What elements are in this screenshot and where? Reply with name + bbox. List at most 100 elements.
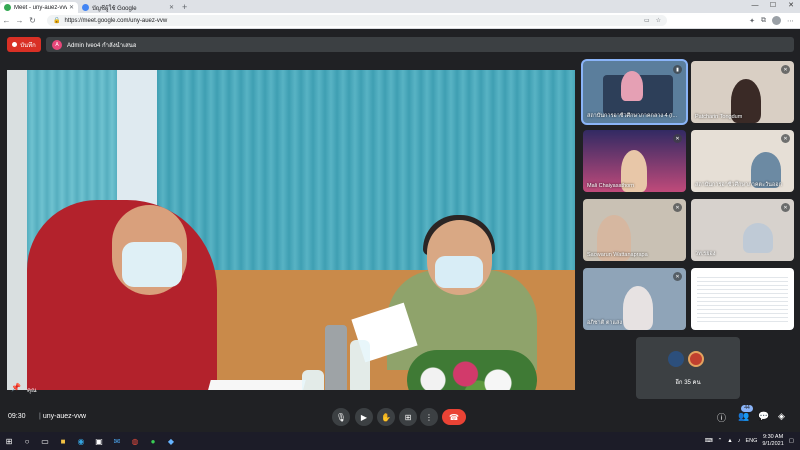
pin-icon[interactable]: 📌 [11, 383, 21, 392]
record-label: บันทึก [20, 42, 36, 49]
file-explorer-icon[interactable]: ■ [54, 432, 72, 450]
browser-toolbar: ← → ↻ 🔒 https://meet.google.com/uny-auez… [0, 13, 800, 29]
star-icon[interactable]: ☆ [656, 17, 661, 24]
participant-name: Patcharin Tongdum [695, 114, 743, 120]
mic-off-icon: ✕ [781, 65, 790, 74]
audio-level-icon: ▮ [673, 65, 682, 74]
present-icon: ⊞ [404, 412, 412, 422]
meeting-code-text: uny-auez-vvw [42, 413, 87, 420]
notifications-icon[interactable]: ▢ [789, 438, 794, 444]
windows-start-icon[interactable]: ⊞ [0, 432, 18, 450]
clock-date: 9/1/2021 [762, 441, 784, 447]
task-view-icon[interactable]: ▭ [36, 432, 54, 450]
end-call-button[interactable]: ☎ [442, 409, 466, 425]
chrome-icon[interactable]: ◍ [126, 432, 144, 450]
participant-name: วท.รยอง [695, 251, 716, 257]
more-vert-icon: ⋮ [425, 412, 433, 422]
url-text: https://meet.google.com/uny-auez-vvw [64, 17, 168, 24]
mic-off-icon: ✕ [673, 272, 682, 281]
camera-indicator-icon[interactable]: ▭ [644, 17, 650, 24]
participant-name: อภิชาติ ตาแสง [587, 320, 623, 326]
participant-avatar [668, 351, 684, 367]
participant-video [621, 71, 643, 101]
microphone-icon: 🎙 [335, 412, 347, 422]
people-icon: 👥 [738, 411, 750, 421]
participant-tile[interactable]: ✕ สถาบันการอาชีวศึกษาภาคตะวันออก [691, 130, 794, 192]
presentation-document [697, 274, 788, 324]
presenting-banner: A Admin Iveo4 กำลังนำเสนอ [46, 37, 794, 52]
info-icon: ⓘ [717, 413, 727, 423]
participant-tile[interactable]: ✕ วท.รยอง [691, 199, 794, 261]
meet-favicon-icon [4, 4, 11, 11]
close-window-button[interactable]: ✕ [782, 0, 800, 12]
record-button[interactable]: บันทึก [7, 37, 41, 52]
profile-avatar[interactable] [772, 16, 781, 25]
participant-video [623, 286, 653, 330]
video-curtain [157, 70, 575, 300]
more-options-button[interactable]: ⋮ [420, 408, 438, 426]
language-indicator[interactable]: ENG [745, 438, 757, 444]
lock-icon[interactable]: 🔒 [53, 17, 60, 24]
back-icon[interactable]: ← [0, 16, 13, 25]
people-button[interactable]: 👥 [738, 411, 749, 422]
clock[interactable]: 9:30 AM 9/1/2021 [762, 434, 783, 448]
present-button[interactable]: ⊞ [399, 408, 417, 426]
info-button[interactable]: ⓘ [717, 411, 726, 424]
activities-icon: ◈ [778, 411, 785, 421]
window-controls: — ☐ ✕ [746, 0, 800, 12]
forward-icon[interactable]: → [13, 16, 26, 25]
app-icon[interactable]: ◆ [162, 432, 180, 450]
tab-meet[interactable]: Meet - uny-auez-vvw ✕ [0, 2, 78, 13]
store-icon[interactable]: ▣ [90, 432, 108, 450]
video-thermos [325, 325, 347, 390]
chat-button[interactable]: 💬 [758, 411, 769, 422]
activities-button[interactable]: ◈ [778, 411, 785, 422]
chat-icon: 💬 [758, 411, 770, 421]
participant-avatar [688, 351, 704, 367]
more-menu-icon[interactable]: ⋯ [787, 17, 794, 25]
participant-tile[interactable]: ✕ Patcharin Tongdum [691, 61, 794, 123]
raise-hand-button[interactable]: ✋ [377, 408, 395, 426]
volume-icon[interactable]: ♪ [738, 438, 741, 444]
participant-tile[interactable]: ✕ Saowarun Wattanaprapa [583, 199, 686, 261]
microphone-button[interactable]: 🎙 [332, 408, 350, 426]
chevron-up-icon[interactable]: ⌃ [718, 438, 723, 444]
main-video-feed[interactable] [7, 70, 575, 390]
minimize-button[interactable]: — [746, 0, 764, 12]
mail-icon[interactable]: ✉ [108, 432, 126, 450]
presenter-avatar: A [52, 39, 62, 50]
others-tile[interactable]: อีก 35 คน [636, 337, 740, 399]
meeting-time: 09:30 [8, 413, 26, 420]
participants-count-badge: 44 [741, 405, 753, 412]
tab-google-account[interactable]: บัญชีผู้ใช้ Google ✕ [78, 2, 178, 13]
participant-tile[interactable]: ✕ อภิชาติ ตาแสง [583, 268, 686, 330]
participant-tile[interactable]: ✕ Mali Chaiyasathorn [583, 130, 686, 192]
video-bottle [302, 370, 324, 390]
address-bar[interactable]: 🔒 https://meet.google.com/uny-auez-vvw ▭… [47, 15, 667, 26]
extensions-icon[interactable]: ✦ [749, 17, 755, 25]
search-icon[interactable]: ○ [18, 432, 36, 450]
camera-icon: ▶ [360, 412, 368, 422]
close-tab-icon[interactable]: ✕ [69, 4, 74, 11]
video-paper [203, 380, 306, 390]
collections-icon[interactable]: ⧉ [761, 17, 766, 25]
reload-icon[interactable]: ↻ [26, 16, 39, 25]
others-count: อีก 35 คน [675, 380, 701, 386]
browser-tab-bar: Meet - uny-auez-vvw ✕ บัญชีผู้ใช้ Google… [0, 0, 800, 13]
maximize-button[interactable]: ☐ [764, 0, 782, 12]
network-icon[interactable]: ▲ [727, 438, 732, 444]
new-tab-button[interactable]: + [182, 2, 187, 13]
line-icon[interactable]: ● [144, 432, 162, 450]
camera-button[interactable]: ▶ [355, 408, 373, 426]
edge-icon[interactable]: ◉ [72, 432, 90, 450]
mic-off-icon: ✕ [781, 203, 790, 212]
participant-tile[interactable]: ▮ สถาบันการอาชีวศึกษาภาคกลาง 4 (I... [583, 61, 686, 123]
participant-name: Mali Chaiyasathorn [587, 183, 635, 189]
presentation-tile[interactable] [691, 268, 794, 330]
google-favicon-icon [82, 4, 89, 11]
video-face-mask [122, 242, 182, 287]
close-tab-icon[interactable]: ✕ [169, 4, 174, 11]
tab-label: Meet - uny-auez-vvw [14, 4, 67, 11]
keyboard-icon[interactable]: ⌨ [705, 438, 713, 444]
main-video-name: คุณ [27, 388, 37, 394]
